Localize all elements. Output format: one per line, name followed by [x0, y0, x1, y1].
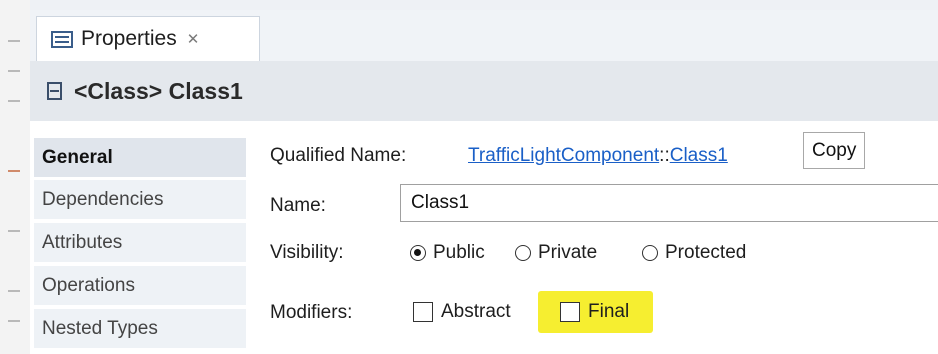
- section-tab-general[interactable]: General: [34, 138, 246, 178]
- gutter-marker: [8, 40, 20, 42]
- section-tab-dependencies[interactable]: Dependencies: [34, 180, 246, 220]
- section-tab-operations[interactable]: Operations: [34, 266, 246, 306]
- checkbox-label: Final: [588, 301, 630, 322]
- final-checkbox[interactable]: Final: [560, 301, 629, 323]
- section-tab-label: Attributes: [42, 231, 123, 253]
- radio-label: Private: [538, 242, 598, 263]
- radio-unselected-icon: [642, 245, 658, 261]
- radio-selected-icon: [410, 245, 426, 261]
- class-icon: [47, 82, 62, 100]
- visibility-private-radio[interactable]: Private: [515, 242, 597, 264]
- section-tab-label: Operations: [42, 274, 135, 296]
- name-label: Name:: [270, 195, 326, 216]
- abstract-checkbox[interactable]: Abstract: [413, 301, 511, 323]
- copy-button[interactable]: Copy: [803, 132, 866, 169]
- close-icon[interactable]: ✕: [187, 30, 200, 48]
- visibility-label: Visibility:: [270, 242, 344, 263]
- qualified-name-label: Qualified Name:: [270, 145, 407, 166]
- properties-view-icon: [51, 30, 73, 48]
- radio-label: Protected: [665, 242, 747, 263]
- general-section: Qualified Name: TrafficLightComponent::C…: [250, 121, 938, 354]
- property-sections: General Dependencies Attributes Operatio…: [30, 121, 250, 354]
- gutter-marker: [8, 70, 20, 72]
- visibility-public-radio[interactable]: Public: [410, 242, 485, 264]
- editor-gutter: [0, 0, 31, 354]
- section-tab-label: Nested Types: [42, 317, 158, 339]
- section-tab-attributes[interactable]: Attributes: [34, 223, 246, 263]
- name-field[interactable]: [400, 184, 938, 222]
- radio-label: Public: [433, 242, 485, 263]
- checkbox-label: Abstract: [441, 301, 511, 322]
- gutter-marker: [8, 230, 20, 232]
- qualified-name-value: TrafficLightComponent::Class1: [468, 145, 728, 167]
- header-title: <Class> Class1: [74, 77, 243, 104]
- gutter-marker: [8, 320, 20, 322]
- package-link[interactable]: TrafficLightComponent: [468, 145, 659, 166]
- section-tab-label: Dependencies: [42, 188, 164, 210]
- properties-header: <Class> Class1: [30, 61, 938, 121]
- tab-title: Properties: [81, 27, 177, 50]
- radio-unselected-icon: [515, 245, 531, 261]
- gutter-marker: [8, 170, 20, 172]
- section-tab-label: General: [42, 146, 113, 168]
- section-tab-nested-types[interactable]: Nested Types: [34, 309, 246, 349]
- gutter-marker: [8, 100, 20, 102]
- checkbox-box-icon: [413, 302, 433, 322]
- properties-tab[interactable]: Properties ✕: [36, 16, 260, 61]
- qualified-name-separator: ::: [659, 145, 670, 166]
- view-tab-bar: Properties ✕: [30, 10, 938, 61]
- modifiers-label: Modifiers:: [270, 302, 353, 323]
- checkbox-box-icon: [560, 302, 580, 322]
- visibility-protected-radio[interactable]: Protected: [642, 242, 746, 264]
- gutter-marker: [8, 290, 20, 292]
- class-link[interactable]: Class1: [670, 145, 728, 166]
